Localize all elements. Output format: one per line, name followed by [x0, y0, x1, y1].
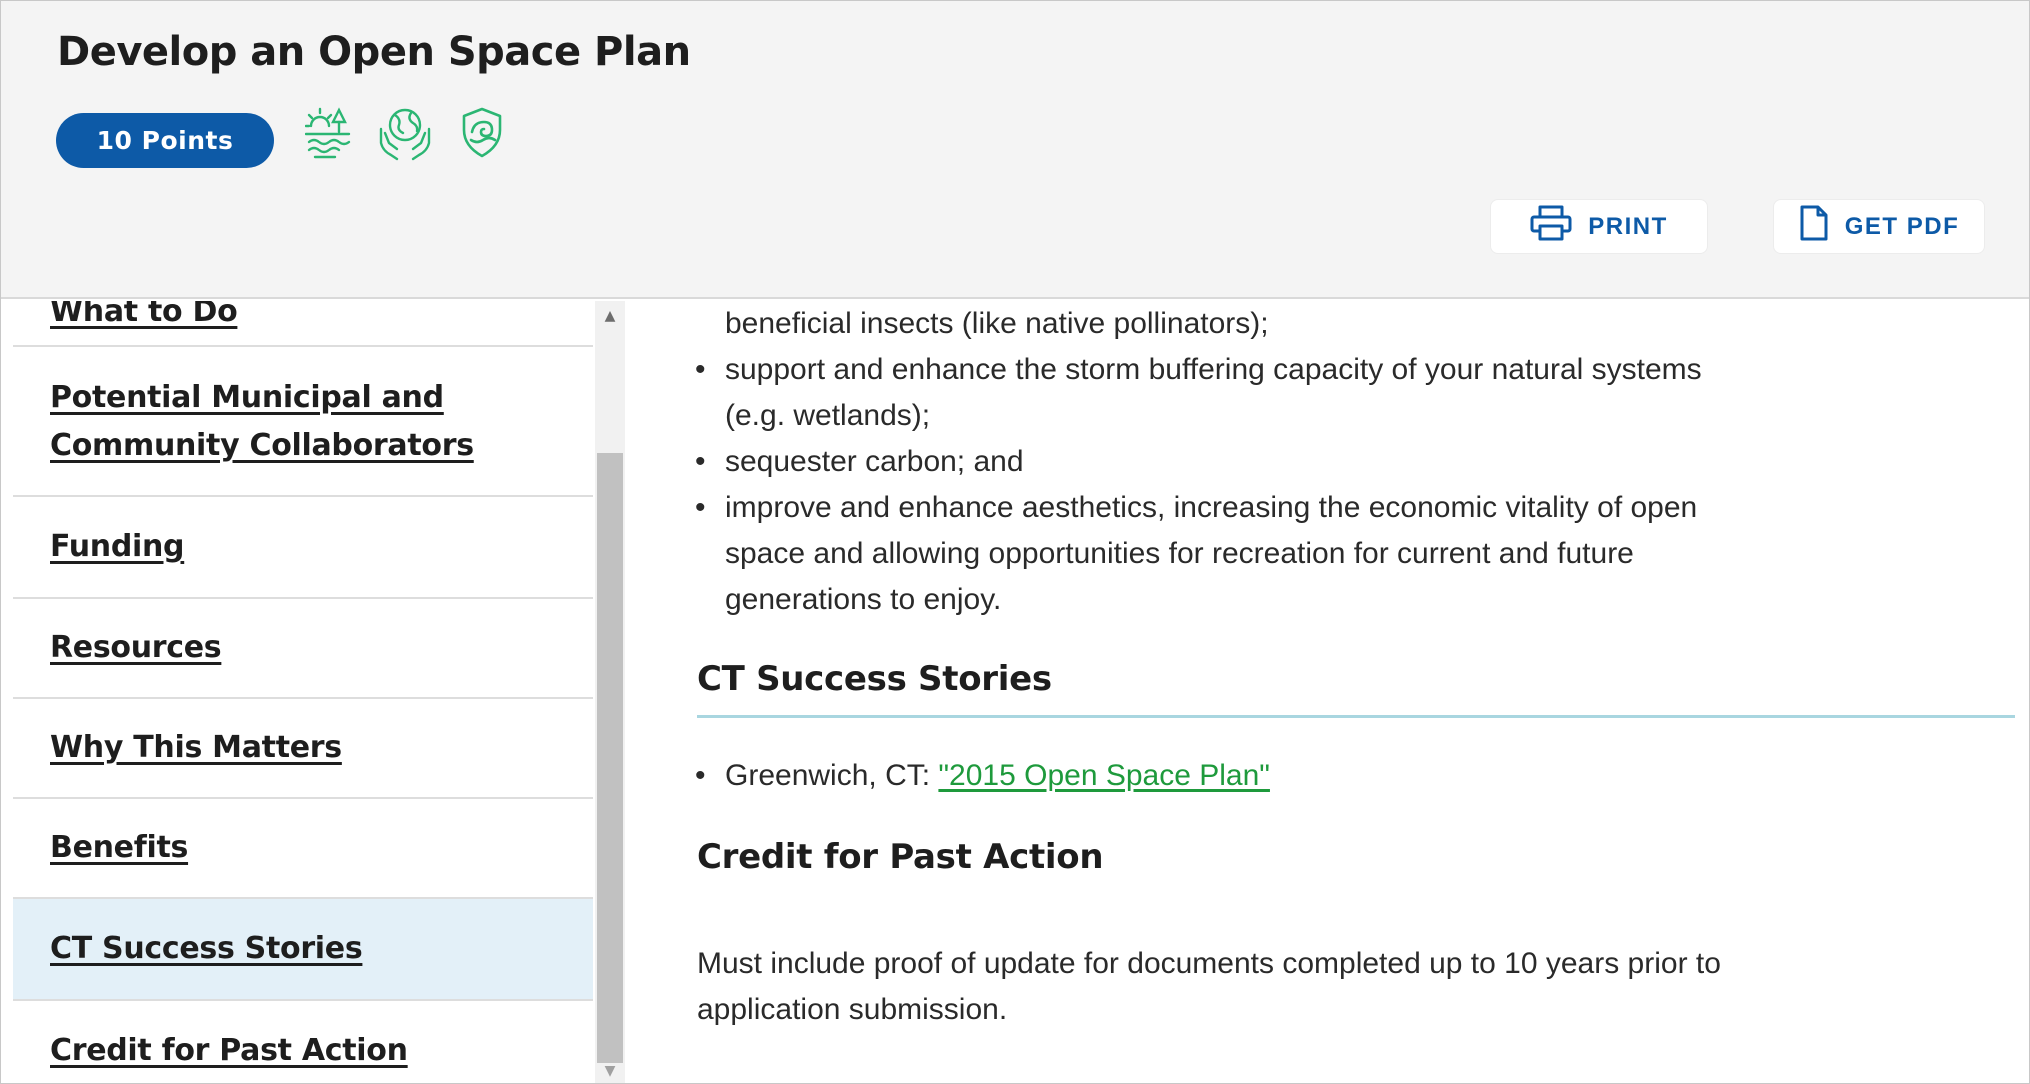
section-divider	[697, 715, 2015, 718]
printer-icon	[1530, 205, 1572, 248]
points-badge: 10 Points	[56, 113, 274, 168]
sidebar-item-label[interactable]: Benefits	[50, 824, 188, 872]
sidebar-item-label[interactable]: Funding	[50, 523, 185, 571]
sidebar-item-benefits[interactable]: Benefits	[13, 799, 593, 899]
list-item: beneficial insects (like native pollinat…	[725, 307, 1269, 340]
sidebar-item-label[interactable]: Why This Matters	[50, 724, 342, 772]
success-stories-list: Greenwich, CT: "2015 Open Space Plan"	[695, 753, 2005, 799]
sidebar-item-why-this-matters[interactable]: Why This Matters	[13, 699, 593, 799]
scroll-down-arrow-icon[interactable]: ▼	[595, 1057, 625, 1083]
sidebar-item-label[interactable]: What to Do	[50, 301, 238, 336]
sidebar-item-resources[interactable]: Resources	[13, 599, 593, 699]
global-stewardship-icon[interactable]	[377, 105, 433, 161]
sidebar-scrollbar[interactable]: ▲ ▼	[595, 301, 625, 1083]
sidebar-item-label[interactable]: Potential Municipal and Community Collab…	[50, 374, 490, 470]
list-item: support and enhance the storm buffering …	[695, 347, 2005, 439]
sidebar-item-label[interactable]: CT Success Stories	[50, 925, 363, 973]
greenwich-plan-link[interactable]: "2015 Open Space Plan"	[938, 759, 1270, 792]
page-frame: Develop an Open Space Plan 10 Points PRI…	[0, 0, 2030, 1084]
print-label: PRINT	[1588, 212, 1668, 240]
credit-description: Must include proof of update for documen…	[697, 947, 1721, 1026]
scrollbar-thumb[interactable]	[597, 453, 623, 1063]
section-nav: What to Do Potential Municipal and Commu…	[13, 301, 593, 1083]
resilience-shield-icon[interactable]	[459, 106, 505, 160]
sidebar-item-label[interactable]: Resources	[50, 624, 222, 672]
list-item: improve and enhance aesthetics, increasi…	[695, 485, 2005, 623]
sidebar-item-label[interactable]: Credit for Past Action	[50, 1027, 408, 1075]
category-icons	[305, 105, 505, 161]
page-header: Develop an Open Space Plan 10 Points PRI…	[1, 1, 2029, 299]
page-title: Develop an Open Space Plan	[57, 29, 691, 75]
sidebar-item-collaborators[interactable]: Potential Municipal and Community Collab…	[13, 349, 593, 497]
sidebar-item-ct-success-stories[interactable]: CT Success Stories	[13, 899, 593, 1001]
get-pdf-button[interactable]: GET PDF	[1773, 199, 1985, 254]
benefits-list: beneficial insects (like native pollinat…	[695, 301, 2005, 623]
climate-adaptation-icon[interactable]	[305, 106, 351, 160]
print-button[interactable]: PRINT	[1490, 199, 1708, 254]
sidebar-item-what-to-do[interactable]: What to Do	[13, 301, 593, 347]
main-content: beneficial insects (like native pollinat…	[625, 301, 2029, 1083]
scroll-up-arrow-icon[interactable]: ▲	[595, 301, 625, 331]
success-stories-heading: CT Success Stories	[697, 659, 1052, 699]
list-item: sequester carbon; and	[695, 439, 2005, 485]
sidebar-item-credit-for-past-action[interactable]: Credit for Past Action	[13, 1001, 593, 1083]
credit-heading: Credit for Past Action	[697, 837, 1104, 877]
get-pdf-label: GET PDF	[1844, 212, 1960, 240]
list-item: Greenwich, CT: "2015 Open Space Plan"	[695, 753, 2005, 799]
sidebar-item-funding[interactable]: Funding	[13, 497, 593, 599]
document-icon	[1799, 205, 1829, 248]
